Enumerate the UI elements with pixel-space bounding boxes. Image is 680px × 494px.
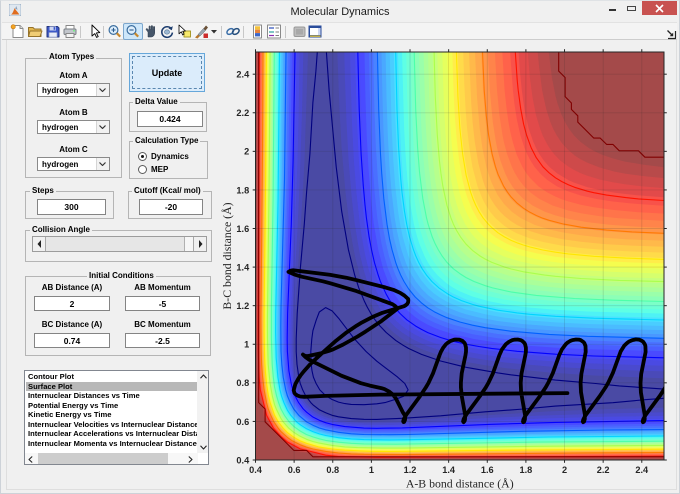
svg-text:2: 2 bbox=[244, 147, 249, 157]
svg-text:1.8: 1.8 bbox=[520, 465, 533, 475]
svg-text:1.6: 1.6 bbox=[236, 224, 249, 234]
svg-text:2.2: 2.2 bbox=[236, 108, 249, 118]
svg-text:1.4: 1.4 bbox=[236, 262, 250, 272]
svg-text:0.4: 0.4 bbox=[236, 455, 250, 465]
svg-text:2.4: 2.4 bbox=[635, 465, 649, 475]
svg-text:0.8: 0.8 bbox=[236, 378, 249, 388]
svg-text:A-B bond distance (Å): A-B bond distance (Å) bbox=[406, 477, 514, 491]
svg-text:1.2: 1.2 bbox=[404, 465, 417, 475]
svg-text:2.4: 2.4 bbox=[236, 70, 250, 80]
svg-text:2.2: 2.2 bbox=[597, 465, 610, 475]
svg-text:0.6: 0.6 bbox=[288, 465, 301, 475]
svg-text:1.8: 1.8 bbox=[236, 185, 249, 195]
svg-text:B-C bond distance (Å): B-C bond distance (Å) bbox=[220, 202, 234, 309]
svg-text:0.6: 0.6 bbox=[236, 417, 249, 427]
svg-text:1: 1 bbox=[244, 340, 249, 350]
svg-text:1.6: 1.6 bbox=[481, 465, 494, 475]
svg-text:0.4: 0.4 bbox=[249, 465, 263, 475]
svg-text:2: 2 bbox=[562, 465, 567, 475]
svg-text:1.4: 1.4 bbox=[442, 465, 456, 475]
svg-text:1.2: 1.2 bbox=[236, 301, 249, 311]
svg-text:1: 1 bbox=[369, 465, 374, 475]
svg-text:0.8: 0.8 bbox=[326, 465, 339, 475]
